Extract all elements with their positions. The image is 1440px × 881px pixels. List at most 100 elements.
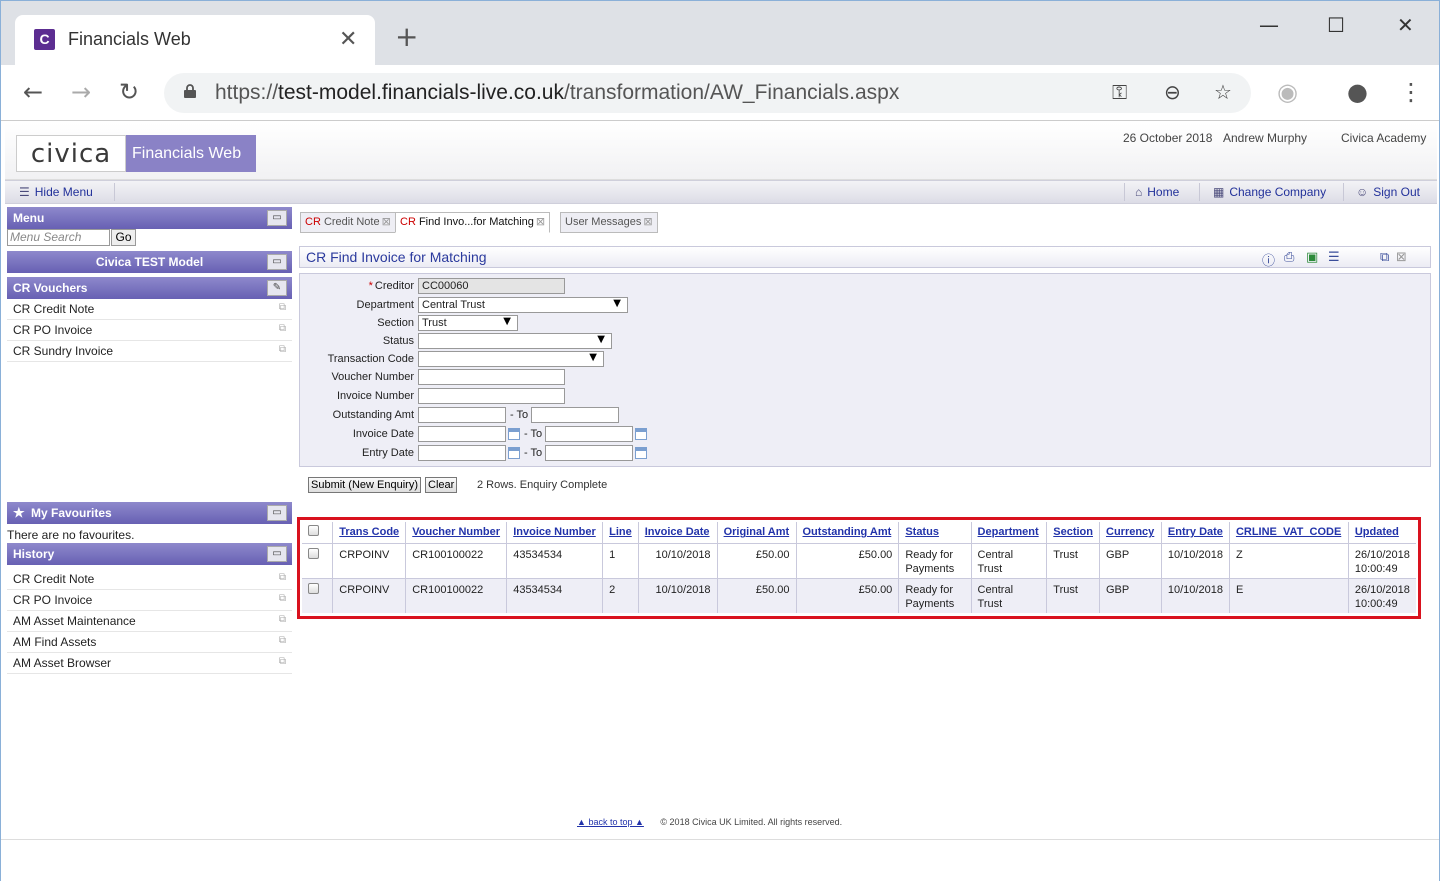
creditor-field[interactable]: CC00060 (418, 278, 565, 294)
tab-user-messages[interactable]: User Messages ⊠ (560, 212, 658, 233)
entry-date-to-field[interactable] (545, 445, 633, 461)
calendar-icon[interactable] (635, 428, 647, 440)
calendar-icon[interactable] (508, 447, 520, 459)
invoice-date-to-field[interactable] (545, 426, 633, 442)
maximize-icon[interactable]: ☐ (1327, 13, 1345, 37)
select-all-checkbox[interactable] (308, 525, 319, 537)
col-invoice-date[interactable]: Invoice Date (638, 522, 718, 544)
zoom-icon[interactable]: ⊖ (1164, 80, 1181, 104)
entry-date-from-field[interactable] (418, 445, 506, 461)
table-row[interactable]: CRPOINV CR100100022 43534534 1 10/10/201… (302, 543, 1416, 579)
col-currency[interactable]: Currency (1099, 522, 1162, 544)
menu-search-input[interactable]: Menu Search (7, 229, 110, 246)
civica-logo: civica (16, 135, 126, 172)
invoice-date-from-field[interactable] (418, 426, 506, 442)
menu-collapse-icon[interactable]: ▭ (267, 210, 287, 226)
sidebar-item-cr-sundry-invoice[interactable]: CR Sundry Invoice ⧉ (7, 341, 292, 362)
close-tab-icon[interactable]: ⊠ (382, 215, 391, 228)
select-all-header[interactable] (302, 522, 334, 544)
transaction-code-select[interactable]: ▼ (418, 351, 604, 367)
sidebar-item-cr-po-invoice[interactable]: CR PO Invoice ⧉ (7, 320, 292, 341)
enquiry-form: * Creditor CC00060 Department Central Tru… (299, 273, 1431, 467)
col-original-amt[interactable]: Original Amt (717, 522, 797, 544)
go-button[interactable]: Go (111, 229, 136, 246)
hide-menu-button[interactable]: ☰ Hide Menu (19, 185, 93, 199)
tab-label: Find Invo...for Matching (418, 216, 534, 228)
outstanding-amt-from-field[interactable] (418, 407, 506, 423)
new-tab-icon[interactable]: + (395, 23, 418, 51)
new-window-icon[interactable]: ⧉ (1380, 250, 1389, 265)
history-item-cr-po-invoice[interactable]: CR PO Invoice ⧉ (7, 590, 292, 611)
history-item-am-asset-maintenance[interactable]: AM Asset Maintenance ⧉ (7, 611, 292, 632)
submit-button[interactable]: Submit (New Enquiry) (308, 477, 421, 493)
status-select[interactable]: ▼ (418, 333, 612, 349)
back-to-top-link[interactable]: ▲ back to top ▲ (577, 817, 644, 827)
star-icon[interactable]: ☆ (1214, 80, 1232, 104)
close-panel-icon[interactable]: ⊠ (1396, 250, 1407, 265)
print-icon[interactable]: ⎙ (1284, 250, 1294, 265)
close-tab-icon[interactable]: ⊠ (643, 215, 652, 228)
forward-icon[interactable]: → (71, 79, 91, 105)
col-updated[interactable]: Updated (1348, 522, 1416, 544)
minimize-icon[interactable]: — (1259, 13, 1279, 37)
history-item-label: CR PO Invoice (13, 593, 93, 607)
history-item-am-asset-browser[interactable]: AM Asset Browser ⧉ (7, 653, 292, 674)
cell-updated: 26/10/2018 10:00:49 (1348, 543, 1416, 579)
voucher-number-field[interactable] (418, 369, 565, 385)
row-select-cell[interactable] (302, 543, 334, 579)
invoice-number-field[interactable] (418, 388, 565, 404)
tab-cr-find-invoice[interactable]: CR Find Invo...for Matching ⊠ (395, 212, 551, 233)
calendar-icon[interactable] (635, 447, 647, 459)
outstanding-amt-to-field[interactable] (531, 407, 619, 423)
col-line[interactable]: Line (602, 522, 639, 544)
open-external-icon: ⧉ (278, 323, 286, 334)
col-entry-date[interactable]: Entry Date (1161, 522, 1230, 544)
help-icon[interactable]: ⓘ (1262, 250, 1275, 269)
home-button[interactable]: ⌂ Home (1135, 185, 1179, 199)
browser-tab[interactable]: C Financials Web ✕ (15, 15, 375, 65)
col-vat-code[interactable]: CRLINE_VAT_CODE (1229, 522, 1349, 544)
sign-out-button[interactable]: ☺ Sign Out (1356, 185, 1420, 199)
clear-button[interactable]: Clear (425, 477, 458, 493)
close-window-icon[interactable]: ✕ (1397, 13, 1414, 37)
col-department[interactable]: Department (971, 522, 1048, 544)
tab-cr-credit-note[interactable]: CR Credit Note ⊠ (300, 212, 396, 233)
extension-icon[interactable]: ◉ (1277, 79, 1298, 105)
sidebar-item-cr-credit-note[interactable]: CR Credit Note ⧉ (7, 299, 292, 320)
change-company-button[interactable]: ▦ Change Company (1213, 185, 1326, 199)
layout-icon[interactable]: ☰ (1328, 250, 1340, 265)
favourites-toggle-icon[interactable]: ▭ (267, 505, 287, 521)
history-toggle-icon[interactable]: ▭ (267, 546, 287, 562)
col-voucher-number[interactable]: Voucher Number (405, 522, 508, 544)
col-trans-code[interactable]: Trans Code (332, 522, 407, 544)
col-invoice-number[interactable]: Invoice Number (506, 522, 604, 544)
key-icon[interactable]: ⚿ (1112, 80, 1127, 104)
excel-export-icon[interactable]: ▣ (1306, 250, 1318, 265)
app-name-badge: Financials Web (126, 135, 256, 172)
vouchers-edit-icon[interactable]: ✎ (267, 280, 287, 296)
row-select-cell[interactable] (302, 578, 334, 613)
department-select[interactable]: Central Trust ▼ (418, 297, 628, 313)
more-menu-icon[interactable]: ⋮ (1399, 79, 1423, 105)
col-section[interactable]: Section (1046, 522, 1100, 544)
back-to-top-label: back to top (588, 817, 633, 827)
close-tab-icon[interactable]: ✕ (339, 27, 357, 52)
cell-vat-code: E (1229, 578, 1349, 613)
row-checkbox[interactable] (308, 547, 319, 559)
table-row[interactable]: CRPOINV CR100100022 43534534 2 10/10/201… (302, 578, 1416, 613)
history-item-am-find-assets[interactable]: AM Find Assets ⧉ (7, 632, 292, 653)
cell-invoice-number: 43534534 (506, 543, 604, 579)
history-item-cr-credit-note[interactable]: CR Credit Note ⧉ (7, 569, 292, 590)
close-tab-icon[interactable]: ⊠ (536, 215, 545, 228)
account-icon[interactable]: ● (1347, 79, 1368, 105)
back-icon[interactable]: ← (23, 79, 43, 105)
section-select[interactable]: Trust ▼ (418, 315, 518, 331)
col-status[interactable]: Status (898, 522, 972, 544)
vouchers-header[interactable]: CR Vouchers ✎ (7, 277, 292, 299)
reload-icon[interactable]: ↻ (119, 79, 139, 105)
model-toggle-icon[interactable]: ▭ (267, 254, 287, 270)
row-checkbox[interactable] (308, 582, 319, 594)
calendar-icon[interactable] (508, 428, 520, 440)
col-outstanding-amt[interactable]: Outstanding Amt (796, 522, 900, 544)
address-bar[interactable]: https://test-model.financials-live.co.uk… (164, 73, 1251, 113)
